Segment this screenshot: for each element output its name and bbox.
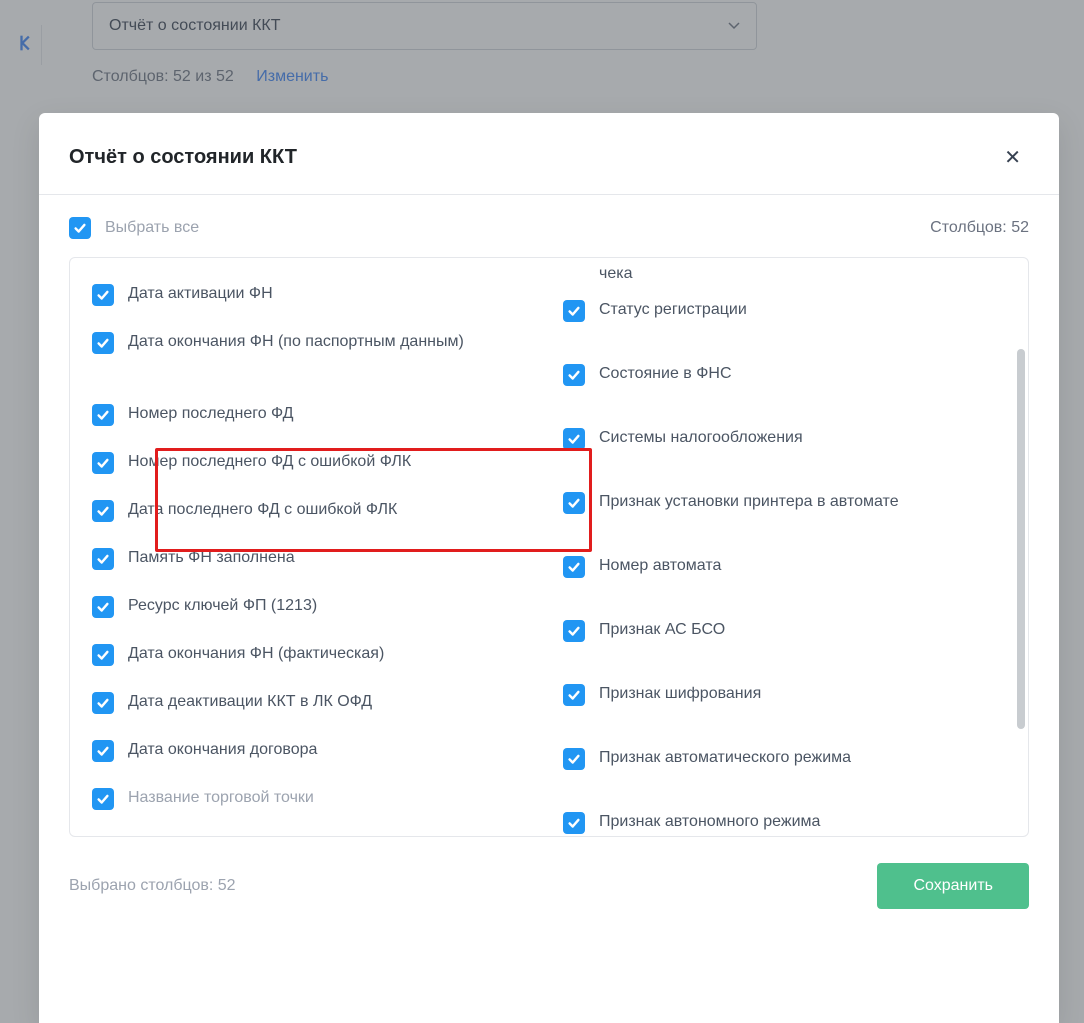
columns-list-container: Дата активации ФН Дата окончания ФН (по п… [69,257,1029,837]
column-checkbox[interactable] [92,596,114,618]
column-item[interactable]: Системы налогообложения [563,426,1006,480]
column-checkbox[interactable] [563,812,585,834]
column-item-label: Статус регистрации [599,298,747,322]
column-item-label: Признак автоматического режима [599,746,851,770]
column-checkbox[interactable] [563,684,585,706]
column-item-label: Название торговой точки [128,786,314,810]
column-item[interactable]: Название торговой точки [92,780,535,828]
column-checkbox[interactable] [92,788,114,810]
close-icon: ✕ [1004,147,1021,169]
column-checkbox[interactable] [92,332,114,354]
column-item-label: чека [599,262,632,286]
column-item-label: Номер автомата [599,554,721,578]
column-checkbox[interactable] [92,644,114,666]
column-checkbox[interactable] [563,556,585,578]
column-item[interactable]: Номер автомата [563,554,1006,608]
columns-total-count: Столбцов: 52 [930,219,1029,237]
column-checkbox[interactable] [92,452,114,474]
column-item-label: Номер последнего ФД [128,402,294,426]
column-checkbox[interactable] [563,748,585,770]
column-checkbox[interactable] [92,500,114,522]
column-checkbox[interactable] [563,300,585,322]
column-item[interactable]: Номер последнего ФД [92,396,535,444]
column-item-label: Признак АС БСО [599,618,725,642]
column-item-label: Дата деактивации ККТ в ЛК ОФД [128,690,372,714]
column-checkbox[interactable] [92,284,114,306]
column-item-label: Системы налогообложения [599,426,803,450]
column-checkbox[interactable] [563,492,585,514]
column-item-label: Признак шифрования [599,682,761,706]
column-item-label: Память ФН заполнена [128,546,295,570]
save-button[interactable]: Сохранить [877,863,1029,909]
column-item[interactable]: чека [563,262,1006,288]
column-checkbox[interactable] [92,692,114,714]
column-item-label: Дата окончания ФН (по паспортным данным) [128,330,464,354]
modal-header: Отчёт о состоянии ККТ ✕ [39,113,1059,195]
column-checkbox[interactable] [92,548,114,570]
column-item[interactable]: Дата последнего ФД с ошибкой ФЛК [92,492,535,540]
scrollbar-track[interactable] [1016,264,1026,830]
column-item[interactable]: Состояние в ФНС [563,362,1006,416]
column-checkbox[interactable] [92,740,114,762]
modal-footer: Выбрано столбцов: 52 Сохранить [39,837,1059,929]
column-item-label: Номер последнего ФД с ошибкой ФЛК [128,450,411,474]
column-item[interactable]: Дата окончания ФН (по паспортным данным) [92,324,535,396]
select-all-label: Выбрать все [105,219,199,237]
column-item[interactable]: Признак автономного режима [563,810,1006,836]
column-item-label: Состояние в ФНС [599,362,732,386]
column-item[interactable]: Номер последнего ФД с ошибкой ФЛК [92,444,535,492]
column-item[interactable]: Дата активации ФН [92,276,535,324]
scrollbar-thumb[interactable] [1017,349,1025,729]
column-item[interactable]: Признак АС БСО [563,618,1006,672]
selected-count-label: Выбрано столбцов: 52 [69,877,236,895]
column-item-label: Ресурс ключей ФП (1213) [128,594,317,618]
column-checkbox[interactable] [563,428,585,450]
column-item[interactable]: Статус регистрации [563,298,1006,352]
column-item[interactable]: Признак установки принтера в автомате [563,490,1006,544]
column-item[interactable]: Признак шифрования [563,682,1006,736]
column-item-label: Дата окончания ФН (фактическая) [128,642,384,666]
column-item-label: Признак автономного режима [599,810,820,834]
column-checkbox[interactable] [92,404,114,426]
column-checkbox[interactable] [563,620,585,642]
select-all-row: Выбрать все Столбцов: 52 [39,195,1059,257]
modal-title: Отчёт о состоянии ККТ [69,146,297,169]
column-item[interactable]: Дата окончания договора [92,732,535,780]
column-item-label: Дата окончания договора [128,738,317,762]
column-item[interactable]: Признак автоматического режима [563,746,1006,800]
column-item[interactable]: Дата окончания ФН (фактическая) [92,636,535,684]
select-all-checkbox[interactable] [69,217,91,239]
column-item-label: Дата последнего ФД с ошибкой ФЛК [128,498,397,522]
column-item[interactable]: Дата деактивации ККТ в ЛК ОФД [92,684,535,732]
select-all-control[interactable]: Выбрать все [69,217,199,239]
columns-right: чека Статус регистрации Состояние в ФНС Сис… [563,262,1006,836]
column-checkbox[interactable] [563,364,585,386]
column-item-label: Признак установки принтера в автомате [599,490,899,514]
column-item[interactable]: Память ФН заполнена [92,540,535,588]
columns-left: Дата активации ФН Дата окончания ФН (по п… [92,276,535,836]
columns-scroll-area[interactable]: Дата активации ФН Дата окончания ФН (по п… [70,258,1028,836]
columns-modal: Отчёт о состоянии ККТ ✕ Выбрать все Стол… [39,113,1059,1023]
column-item-label: Дата активации ФН [128,282,273,306]
column-item[interactable]: Ресурс ключей ФП (1213) [92,588,535,636]
close-button[interactable]: ✕ [996,141,1029,174]
